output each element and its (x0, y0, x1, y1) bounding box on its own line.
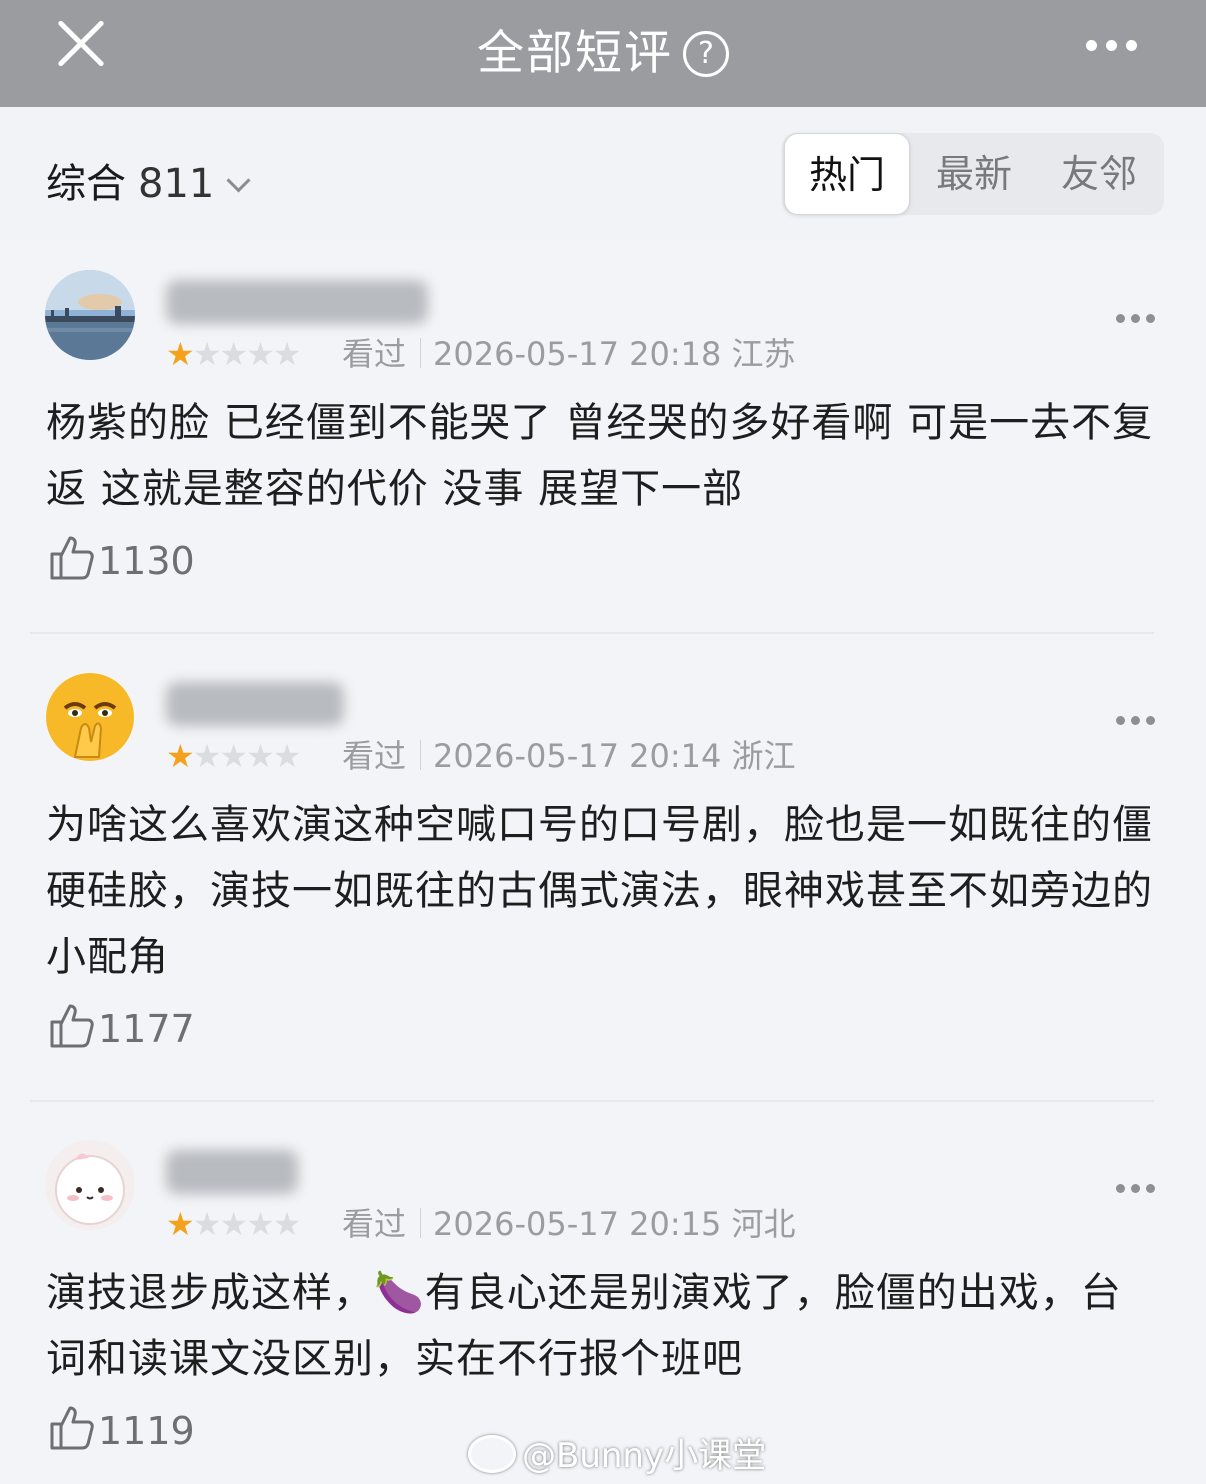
review-more-icon[interactable] (1116, 1178, 1161, 1197)
star-rating: ★★★★★ (166, 1205, 301, 1243)
review-count: 811 (138, 161, 215, 207)
tab-friends[interactable]: 友邻 (1059, 133, 1139, 215)
review-meta: 看过 2026-05-17 20:15 河北 (342, 1204, 796, 1244)
review-location: 江苏 (731, 335, 796, 373)
tab-latest[interactable]: 最新 (934, 133, 1014, 215)
watch-status: 看过 (342, 737, 407, 775)
watermark-text: @Bunny小课堂 (522, 1436, 767, 1476)
avatar[interactable] (45, 1140, 135, 1230)
review-item: ★★★★★ 看过 2026-05-17 20:14 浙江 为啥这么喜欢演这种空喊口… (0, 672, 1206, 1072)
filter-bar: 综合 811 热门 最新 友邻 (0, 107, 1206, 240)
review-location: 河北 (731, 1205, 796, 1243)
review-meta: 看过 2026-05-17 20:18 江苏 (342, 334, 796, 374)
like-count: 1177 (98, 1007, 195, 1051)
help-icon[interactable]: ? (683, 31, 729, 77)
review-content: 演技退步成这样，🍆有良心还是别演戏了，脸僵的出戏，台词和读课文没区别，实在不行报… (46, 1270, 1122, 1382)
thumbs-up-icon (50, 1004, 94, 1048)
avatar[interactable] (45, 672, 135, 762)
avatar[interactable] (45, 270, 135, 360)
watch-status: 看过 (342, 335, 407, 373)
tab-group: 热门 最新 友邻 (782, 133, 1164, 215)
watermark: @Bunny小课堂 (468, 1428, 766, 1477)
like-button[interactable]: 1130 (48, 534, 195, 586)
thumbs-up-icon (50, 536, 94, 580)
chevron-down-icon (226, 168, 251, 193)
review-datetime: 2026-05-17 20:15 (433, 1205, 722, 1243)
weibo-logo-icon (468, 1435, 516, 1473)
sort-dropdown[interactable]: 综合 811 (46, 151, 251, 209)
username-blurred (166, 682, 344, 726)
divider (30, 632, 1154, 634)
star-rating: ★★★★★ (166, 737, 301, 775)
watch-status: 看过 (342, 1205, 407, 1243)
review-meta: 看过 2026-05-17 20:14 浙江 (342, 736, 796, 776)
like-count: 1130 (98, 539, 195, 583)
star-rating: ★★★★★ (166, 335, 301, 373)
page-title-text: 全部短评 (477, 26, 673, 81)
like-button[interactable]: 1119 (48, 1404, 195, 1456)
like-count: 1119 (98, 1409, 195, 1453)
divider (30, 1100, 1154, 1102)
like-button[interactable]: 1177 (48, 1002, 195, 1054)
username-blurred (166, 280, 428, 324)
review-more-icon[interactable] (1116, 308, 1161, 327)
review-datetime: 2026-05-17 20:14 (433, 737, 722, 775)
username-blurred (166, 1150, 298, 1194)
top-bar: 全部短评? (0, 0, 1206, 107)
thumbs-up-icon (50, 1406, 94, 1450)
review-content: 为啥这么喜欢演这种空喊口号的口号剧，脸也是一如既往的僵硬硅胶，演技一如既往的古偶… (46, 802, 1153, 980)
review-item: ★★★★★ 看过 2026-05-17 20:15 河北 演技退步成这样，🍆有良心… (0, 1140, 1206, 1470)
review-datetime: 2026-05-17 20:18 (433, 335, 722, 373)
review-content: 杨紫的脸 已经僵到不能哭了 曾经哭的多好看啊 可是一去不复返 这就是整容的代价 … (46, 400, 1154, 512)
review-item: ★★★★★ 看过 2026-05-17 20:18 江苏 杨紫的脸 已经僵到不能哭… (0, 270, 1206, 610)
sort-label: 综合 (46, 161, 126, 207)
review-more-icon[interactable] (1116, 710, 1161, 729)
more-options-icon[interactable] (1086, 36, 1146, 55)
page-title: 全部短评? (0, 14, 1206, 83)
tab-hot[interactable]: 热门 (784, 133, 910, 215)
review-location: 浙江 (731, 737, 796, 775)
